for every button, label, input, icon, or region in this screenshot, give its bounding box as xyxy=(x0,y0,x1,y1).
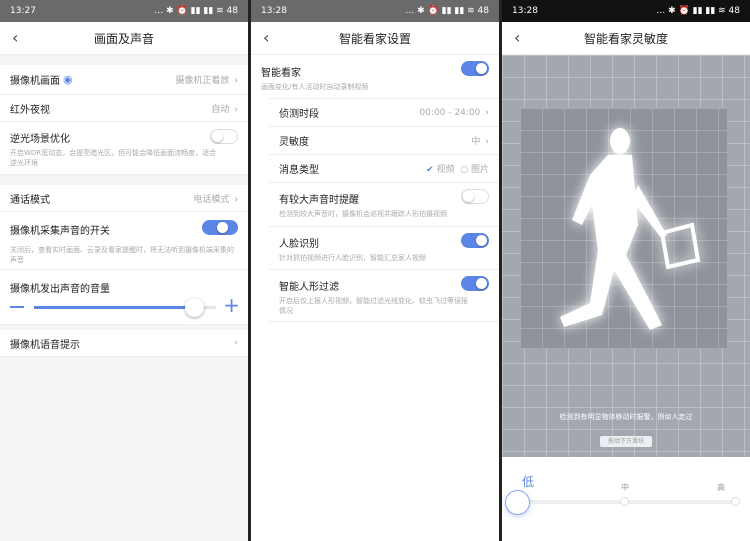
screen-smart-guard: 13:28… ✱ ⏰ ▮▮ ▮▮ ≋ 48 ‹ 智能看家设置 智能看家 画面变化/有… xyxy=(251,0,499,541)
row-smart-guard: 智能看家 画面变化/有人活动时自动录制视频 xyxy=(251,55,499,98)
camera-icon: ◉ xyxy=(63,73,73,86)
row-camera-picture[interactable]: 摄像机画面 ◉ 摄像机正着放 › xyxy=(0,65,248,95)
page-title: 智能看家灵敏度 xyxy=(583,31,668,46)
level-high[interactable]: 高 xyxy=(717,482,725,493)
preview-area: 检测到有明显物体移动时报警，例如人走过 拖动下方滑块 xyxy=(502,55,750,457)
face-toggle[interactable] xyxy=(461,233,489,248)
back-button[interactable]: ‹ xyxy=(12,28,18,47)
chevron-right-icon: › xyxy=(234,104,238,115)
screen-picture-sound: 13:27 … ✱ ⏰ ▮▮ ▮▮ ≋ 48 ‹ 画面及声音 摄像机画面 ◉ 摄像机正着… xyxy=(0,0,248,541)
row-face: 人脸识别 针对抓拍视频进行人脸识别，智能汇总家人视频 xyxy=(269,227,499,270)
walking-person-illustration xyxy=(560,128,701,330)
image-radio[interactable]: ○ xyxy=(460,165,471,175)
clock: 13:27 xyxy=(10,6,36,16)
screen-sensitivity: 13:28… ✱ ⏰ ▮▮ ▮▮ ≋ 48 ‹ 智能看家灵敏度 检测到有明显物体移… xyxy=(502,0,750,541)
row-voice-prompt[interactable]: 摄像机语音提示 › xyxy=(0,330,248,357)
smart-guard-toggle[interactable] xyxy=(461,61,489,76)
volume-slider[interactable] xyxy=(34,298,216,317)
loud-sound-toggle[interactable] xyxy=(461,189,489,204)
row-backlight: 逆光场景优化 开启WDR宽动态，会提亮暗光区，但可能会降低画面流畅度，适合逆光环境 xyxy=(0,122,248,175)
sensitivity-slider[interactable]: 低 中 高 xyxy=(502,457,750,541)
drag-tip: 拖动下方滑块 xyxy=(600,436,652,447)
row-volume: 摄像机发出声音的音量 + xyxy=(0,270,248,325)
status-bar: 13:28… ✱ ⏰ ▮▮ ▮▮ ≋ 48 xyxy=(251,0,499,22)
backlight-toggle[interactable] xyxy=(210,129,238,144)
status-bar: 13:27 … ✱ ⏰ ▮▮ ▮▮ ≋ 48 xyxy=(0,0,248,22)
row-call-mode[interactable]: 通话模式 电话模式 › xyxy=(0,185,248,212)
row-human-filter: 智能人形过滤 开启后仅上报人形视频，智能过滤光线变化、蚊虫飞过等误报情况 xyxy=(269,270,499,322)
row-sensitivity[interactable]: 灵敏度中 › xyxy=(269,127,499,155)
row-message-type: 消息类型 ✔ 视频 ○ 图片 xyxy=(269,155,499,183)
chevron-right-icon: › xyxy=(234,194,238,205)
chevron-right-icon: › xyxy=(234,338,238,348)
volume-down-button[interactable] xyxy=(10,306,24,308)
mic-toggle[interactable]: 开 xyxy=(202,220,238,235)
row-loud-sound: 有较大声音时提醒 检测到较大声音时，摄像机会巡视并跟踪人形拍摄视频 xyxy=(269,183,499,227)
volume-up-button[interactable]: + xyxy=(223,295,240,315)
level-mid[interactable]: 中 xyxy=(621,482,629,493)
row-mic-switch: 摄像机采集声音的开关 关闭后，查看实时画面、云录及看家提醒时，将无法听到摄像机端采… xyxy=(0,212,248,270)
hint-text: 检测到有明显物体移动时报警，例如人走过 xyxy=(559,413,693,421)
row-infrared[interactable]: 红外夜视 自动 › xyxy=(0,95,248,122)
back-button[interactable]: ‹ xyxy=(514,28,520,47)
video-radio[interactable]: ✔ xyxy=(426,165,436,175)
human-filter-toggle[interactable] xyxy=(461,276,489,291)
status-bar: 13:28… ✱ ⏰ ▮▮ ▮▮ ≋ 48 xyxy=(502,0,750,22)
row-detect-period[interactable]: 侦测时段 00:00 - 24:00 › xyxy=(269,98,499,127)
page-title: 画面及声音 xyxy=(93,31,154,46)
chevron-right-icon: › xyxy=(234,76,238,86)
status-icons: … ✱ ⏰ ▮▮ ▮▮ ≋ 48 xyxy=(154,6,238,16)
slider-knob[interactable] xyxy=(505,490,530,515)
back-button[interactable]: ‹ xyxy=(263,28,269,47)
page-title: 智能看家设置 xyxy=(338,31,411,46)
level-low[interactable]: 低 xyxy=(522,473,534,490)
